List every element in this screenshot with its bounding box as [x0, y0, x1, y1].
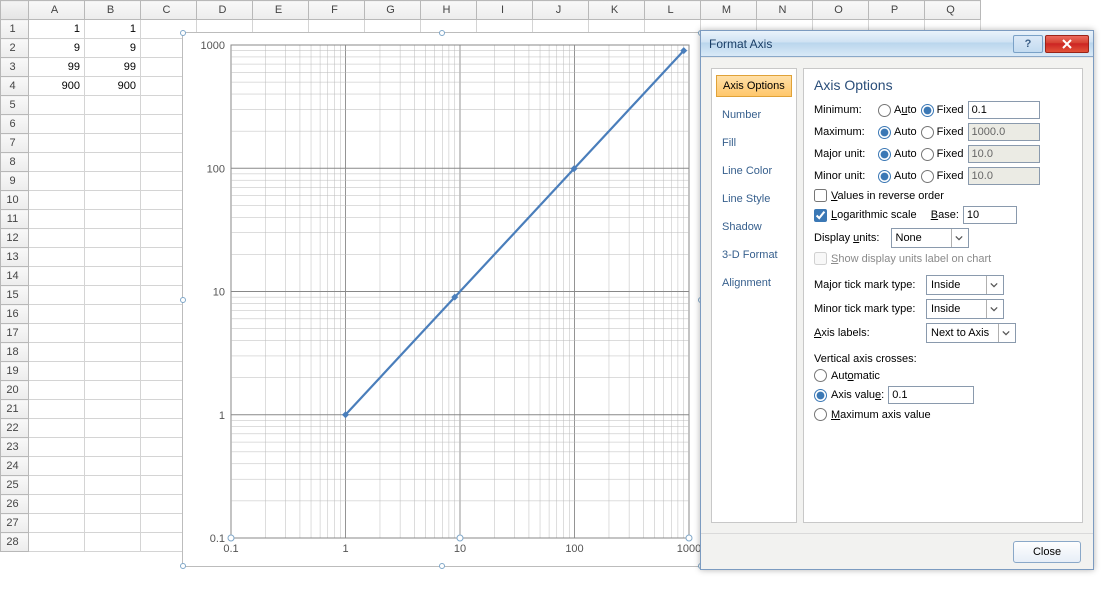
axis-labels-label: Axis labels: — [814, 327, 922, 339]
panel-heading: Axis Options — [814, 77, 1072, 93]
major-auto-radio[interactable]: Auto — [878, 148, 917, 161]
svg-text:10: 10 — [213, 287, 225, 299]
minimum-label: Minimum: — [814, 104, 874, 116]
minimum-auto-radio[interactable]: Auto — [878, 104, 917, 117]
help-button[interactable]: ? — [1013, 35, 1043, 53]
major-unit-input[interactable] — [968, 145, 1040, 163]
log-base-input[interactable] — [963, 206, 1017, 224]
minor-tick-label: Minor tick mark type: — [814, 303, 922, 315]
chevron-down-icon — [1002, 329, 1010, 337]
major-tick-label: Major tick mark type: — [814, 279, 922, 291]
major-unit-label: Major unit: — [814, 148, 874, 160]
crosses-value-radio[interactable] — [814, 389, 827, 402]
crosses-auto-label: Automatic — [831, 370, 880, 382]
axis-labels-select[interactable]: Next to Axis — [926, 323, 1016, 343]
minimum-fixed-radio[interactable]: Fixed — [921, 104, 964, 117]
format-axis-dialog: Format Axis ? Axis Options Number Fill Line… — [700, 30, 1094, 570]
minor-fixed-radio[interactable]: Fixed — [921, 170, 964, 183]
svg-text:100: 100 — [207, 163, 225, 175]
minor-unit-input[interactable] — [968, 167, 1040, 185]
reverse-order-label: Values in reverse order — [831, 190, 944, 202]
major-tick-select[interactable]: Inside — [926, 275, 1004, 295]
nav-item-number[interactable]: Number — [716, 105, 792, 125]
show-units-label: Show display units label on chart — [831, 253, 991, 265]
chevron-down-icon — [955, 234, 963, 242]
show-units-checkbox — [814, 252, 827, 265]
log-scale-checkbox[interactable] — [814, 209, 827, 222]
close-icon — [1062, 39, 1072, 49]
display-units-label: Display units: — [814, 232, 879, 244]
crosses-value-label: Axis value: — [831, 389, 884, 401]
crosses-max-label: Maximum axis value — [831, 409, 931, 421]
crosses-max-radio[interactable] — [814, 408, 827, 421]
nav-item-line-color[interactable]: Line Color — [716, 161, 792, 181]
crosses-value-input[interactable] — [888, 386, 974, 404]
svg-text:10: 10 — [454, 543, 466, 555]
minor-tick-select[interactable]: Inside — [926, 299, 1004, 319]
crosses-heading: Vertical axis crosses: — [814, 353, 1072, 365]
dialog-title: Format Axis — [709, 37, 772, 51]
major-fixed-radio[interactable]: Fixed — [921, 148, 964, 161]
nav-item-axis-options[interactable]: Axis Options — [716, 75, 792, 97]
nav-item-fill[interactable]: Fill — [716, 133, 792, 153]
reverse-order-checkbox[interactable] — [814, 189, 827, 202]
log-scale-label: Logarithmic scale — [831, 209, 917, 221]
svg-text:0.1: 0.1 — [223, 543, 238, 555]
chevron-down-icon — [990, 305, 998, 313]
dialog-nav: Axis Options Number Fill Line Color Line Sty… — [711, 68, 797, 523]
svg-text:1: 1 — [219, 410, 225, 422]
chevron-down-icon — [990, 281, 998, 289]
maximum-fixed-radio[interactable]: Fixed — [921, 126, 964, 139]
dialog-titlebar[interactable]: Format Axis ? — [701, 31, 1093, 57]
nav-item-alignment[interactable]: Alignment — [716, 273, 792, 293]
svg-text:1000: 1000 — [201, 40, 225, 52]
crosses-auto-radio[interactable] — [814, 369, 827, 382]
dialog-panel: Axis Options Minimum: Auto Fixed Maximum… — [803, 68, 1083, 523]
embedded-chart[interactable]: 0.1 1 10 100 1000 0.1 1 10 100 1000 — [182, 32, 702, 567]
nav-item-3-d-format[interactable]: 3-D Format — [716, 245, 792, 265]
close-button[interactable]: Close — [1013, 541, 1081, 563]
svg-text:0.1: 0.1 — [210, 533, 225, 545]
close-window-button[interactable] — [1045, 35, 1089, 53]
maximum-input[interactable] — [968, 123, 1040, 141]
nav-item-line-style[interactable]: Line Style — [716, 189, 792, 209]
svg-text:1000: 1000 — [677, 543, 701, 555]
svg-text:1: 1 — [342, 543, 348, 555]
minimum-input[interactable] — [968, 101, 1040, 119]
base-label: Base: — [931, 209, 959, 221]
chart-canvas: 0.1 1 10 100 1000 0.1 1 10 100 1000 — [183, 33, 703, 568]
maximum-label: Maximum: — [814, 126, 874, 138]
svg-text:100: 100 — [565, 543, 583, 555]
minor-unit-label: Minor unit: — [814, 170, 874, 182]
nav-item-shadow[interactable]: Shadow — [716, 217, 792, 237]
maximum-auto-radio[interactable]: Auto — [878, 126, 917, 139]
display-units-select[interactable]: None — [891, 228, 969, 248]
minor-auto-radio[interactable]: Auto — [878, 170, 917, 183]
